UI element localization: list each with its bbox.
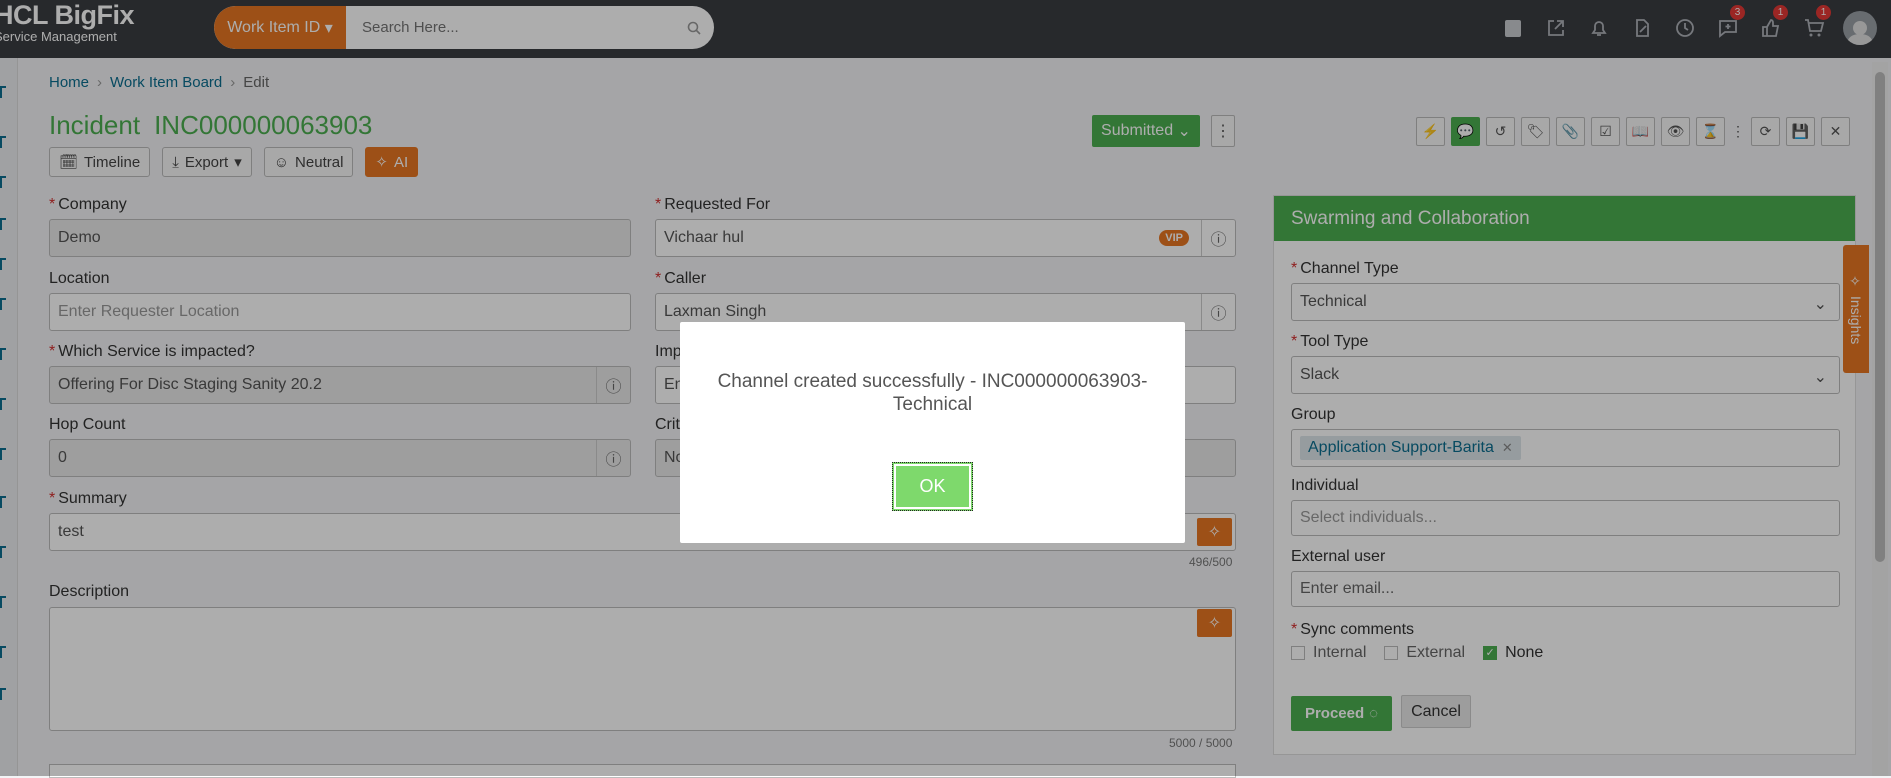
success-dialog: Channel created successfully - INC000000… (680, 322, 1185, 543)
ok-button[interactable]: OK (892, 462, 973, 511)
dialog-message: Channel created successfully - INC000000… (717, 371, 1148, 415)
